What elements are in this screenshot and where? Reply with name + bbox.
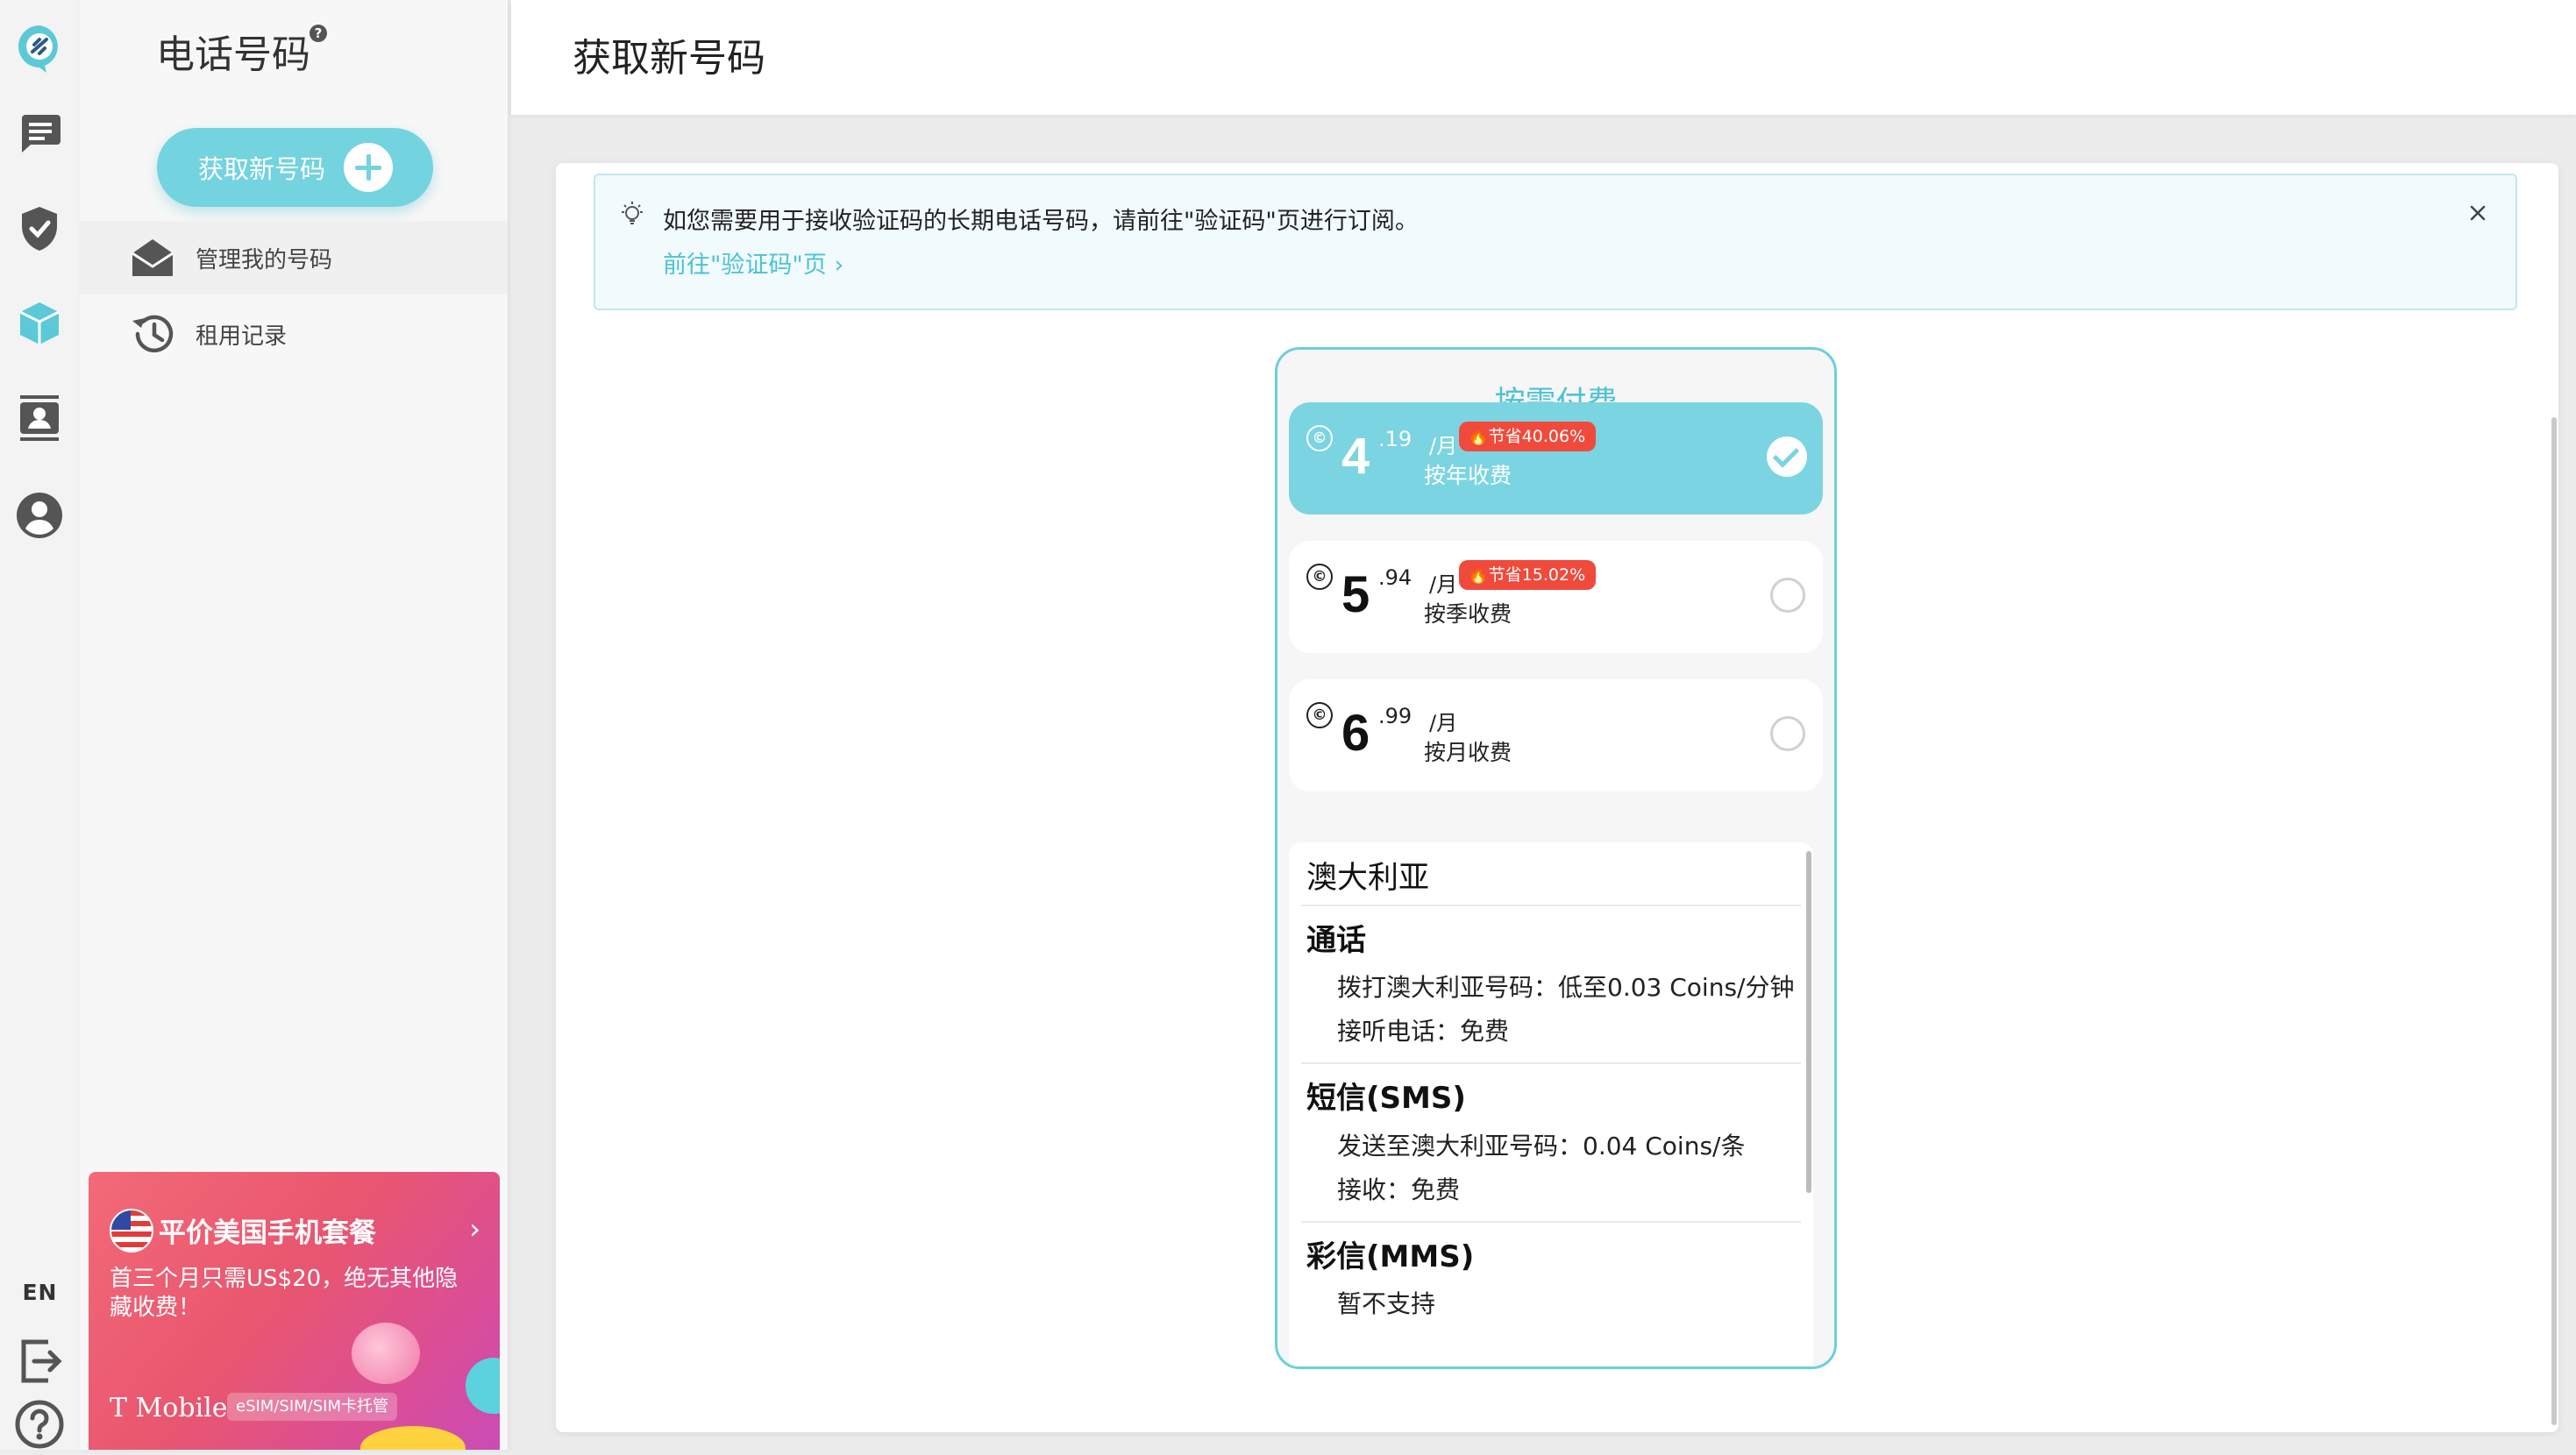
pricing-panel: 按需付费 © 4 .19 /月 🔥节省40.06% 按年收费 © 5 .94 /…: [1275, 347, 1837, 1369]
price-decimal: .94: [1378, 565, 1413, 590]
info-notice: 如您需要用于接收验证码的长期电话号码，请前往"验证码"页进行订阅。 前往"验证码…: [594, 174, 2517, 310]
fire-icon: 🔥: [1468, 565, 1489, 585]
promo-tag: eSIM/SIM/SIM卡托管: [227, 1393, 397, 1421]
chevron-right-icon: ›: [834, 252, 844, 279]
chevron-right-icon: ›: [469, 1212, 480, 1246]
sidebar: 电话号码 ? 获取新号码 管理我的号码 租用记录 平价美国手机套餐 › 首三个月…: [80, 0, 508, 1450]
main-scrollbar[interactable]: [2551, 417, 2557, 1425]
carrier-logo: T Mobile: [110, 1393, 228, 1423]
plan-option-label: 按年收费: [1424, 463, 1512, 488]
discount-badge: 🔥节省15.02%: [1459, 560, 1597, 590]
us-flag-icon: [110, 1209, 153, 1253]
phone-bubble-icon: [466, 1358, 500, 1414]
history-icon: [129, 310, 176, 358]
sidebar-title: 电话号码: [156, 32, 310, 77]
radio-button[interactable]: [1770, 578, 1805, 613]
logout-icon[interactable]: [9, 1331, 70, 1392]
goto-verification-label: 前往"验证码"页: [663, 252, 827, 279]
sms-send-rate: 发送至澳大利亚号码：0.04 Coins/条: [1337, 1132, 1746, 1160]
icon-rail: EN: [0, 0, 80, 1450]
fire-icon: 🔥: [1468, 427, 1489, 446]
call-incoming-rate: 接听电话：免费: [1337, 1017, 1510, 1046]
goto-verification-link[interactable]: 前往"验证码"页 ›: [663, 245, 843, 280]
lightbulb-icon: [622, 202, 643, 224]
discount-text: 节省15.02%: [1488, 565, 1586, 585]
coin-symbol-icon: ©: [1306, 702, 1333, 728]
rate-details: 澳大利亚 通话 拨打澳大利亚号码：低至0.03 Coins/分钟 接听电话：免费…: [1289, 842, 1813, 1366]
check-circle-icon: [1767, 436, 1807, 477]
coin-symbol-icon: ©: [1306, 425, 1333, 451]
sidebar-item-manage-numbers[interactable]: 管理我的号码: [80, 221, 508, 295]
price-integer: 6: [1341, 705, 1370, 762]
sms-section-title: 短信(SMS): [1306, 1081, 1466, 1116]
main-card: 如您需要用于接收验证码的长期电话号码，请前往"验证码"页进行订阅。 前往"验证码…: [556, 163, 2558, 1432]
mms-section-title: 彩信(MMS): [1306, 1239, 1475, 1274]
price-integer: 5: [1341, 566, 1370, 623]
promo-title: 平价美国手机套餐: [159, 1217, 376, 1249]
radio-button[interactable]: [1770, 716, 1805, 751]
details-scrollbar[interactable]: [1806, 851, 1811, 1193]
price-decimal: .99: [1378, 704, 1413, 728]
price-integer: 4: [1341, 428, 1370, 485]
sim-box-icon[interactable]: [9, 293, 70, 354]
plan-option-quarterly[interactable]: © 5 .94 /月 🔥节省15.02% 按季收费: [1289, 541, 1823, 653]
get-new-number-label: 获取新号码: [198, 154, 326, 184]
price-period: /月: [1429, 572, 1458, 597]
coin-icon: [360, 1426, 466, 1450]
plan-option-label: 按季收费: [1424, 601, 1512, 627]
contacts-icon[interactable]: [9, 387, 70, 449]
discount-badge: 🔥节省40.06%: [1459, 422, 1597, 451]
discount-text: 节省40.06%: [1488, 427, 1586, 446]
account-icon[interactable]: [9, 485, 70, 546]
plan-option-monthly[interactable]: © 6 .99 /月 按月收费: [1289, 679, 1823, 791]
divider: [1301, 1221, 1801, 1223]
help-icon[interactable]: [9, 1394, 70, 1455]
divider: [1301, 1062, 1801, 1064]
envelope-open-icon: [129, 234, 176, 281]
notice-text: 如您需要用于接收验证码的长期电话号码，请前往"验证码"页进行订阅。: [663, 208, 1419, 235]
promo-text: 首三个月只需US$20，绝无其他隐藏收费！: [110, 1266, 459, 1321]
help-badge-icon[interactable]: ?: [310, 25, 327, 42]
country-name: 澳大利亚: [1306, 861, 1430, 896]
sidebar-item-rental-history[interactable]: 租用记录: [80, 297, 508, 371]
app-logo-icon[interactable]: [9, 18, 70, 79]
language-toggle[interactable]: EN: [0, 1280, 80, 1305]
messages-icon[interactable]: [9, 102, 70, 163]
top-bar: 获取新号码: [511, 0, 2576, 115]
shield-check-icon[interactable]: [9, 198, 70, 259]
close-icon[interactable]: [2465, 200, 2491, 226]
call-section-title: 通话: [1306, 923, 1366, 958]
sms-receive-rate: 接收：免费: [1337, 1175, 1461, 1204]
price-period: /月: [1429, 711, 1458, 735]
plus-icon: [344, 143, 393, 192]
call-outgoing-rate: 拨打澳大利亚号码：低至0.03 Coins/分钟: [1337, 973, 1795, 1002]
plan-option-yearly[interactable]: © 4 .19 /月 🔥节省40.06% 按年收费: [1289, 402, 1823, 515]
price-period: /月: [1429, 434, 1458, 458]
promo-banner[interactable]: 平价美国手机套餐 › 首三个月只需US$20，绝无其他隐藏收费！ T Mobil…: [89, 1172, 500, 1450]
divider: [1301, 905, 1801, 906]
plan-option-label: 按月收费: [1424, 740, 1512, 765]
price-decimal: .19: [1378, 427, 1413, 451]
sidebar-item-label: 租用记录: [196, 323, 288, 350]
sidebar-item-label: 管理我的号码: [196, 246, 333, 273]
get-new-number-button[interactable]: 获取新号码: [157, 128, 433, 207]
coin-symbol-icon: ©: [1306, 564, 1333, 590]
page-title: 获取新号码: [573, 36, 765, 81]
mms-status: 暂不支持: [1337, 1289, 1436, 1318]
chat-bubble-icon: [352, 1323, 420, 1384]
